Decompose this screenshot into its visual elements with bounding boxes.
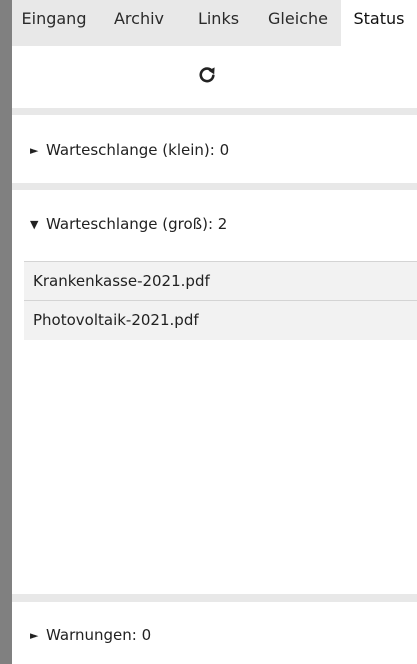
warnings-label: Warnungen: 0 xyxy=(46,626,152,644)
expanded-arrow-icon: ▼ xyxy=(30,218,39,231)
queue-large-toggle[interactable]: ▼ Warteschlange (groß): 2 xyxy=(30,215,227,233)
warnings-panel: ► Warnungen: 0 xyxy=(12,602,417,664)
queue-small-label: Warteschlange (klein): 0 xyxy=(46,141,230,159)
tab-bar: Eingang Archiv Links Gleiche Status xyxy=(12,0,417,46)
queue-small-panel: ► Warteschlange (klein): 0 xyxy=(12,115,417,183)
queue-small-toggle[interactable]: ► Warteschlange (klein): 0 xyxy=(30,141,229,159)
queue-large-label: Warteschlange (groß): 2 xyxy=(46,215,228,233)
queue-file-list: Krankenkasse-2021.pdf Photovoltaik-2021.… xyxy=(24,261,417,340)
tab-status[interactable]: Status xyxy=(341,0,417,46)
refresh-button[interactable] xyxy=(192,60,222,90)
collapsed-arrow-icon: ► xyxy=(30,629,39,642)
collapsed-arrow-icon: ► xyxy=(30,144,39,157)
refresh-icon xyxy=(199,67,215,83)
list-item[interactable]: Photovoltaik-2021.pdf xyxy=(24,301,417,340)
list-item[interactable]: Krankenkasse-2021.pdf xyxy=(24,262,417,301)
refresh-panel xyxy=(12,46,417,108)
warnings-toggle[interactable]: ► Warnungen: 0 xyxy=(30,626,151,644)
tab-archiv[interactable]: Archiv xyxy=(96,0,182,46)
tab-eingang[interactable]: Eingang xyxy=(12,0,96,46)
status-window: Eingang Archiv Links Gleiche Status ► War… xyxy=(12,0,417,664)
queue-large-panel: ▼ Warteschlange (groß): 2 Krankenkasse-20… xyxy=(12,190,417,594)
tab-gleiche[interactable]: Gleiche xyxy=(255,0,341,46)
tab-links[interactable]: Links xyxy=(182,0,255,46)
